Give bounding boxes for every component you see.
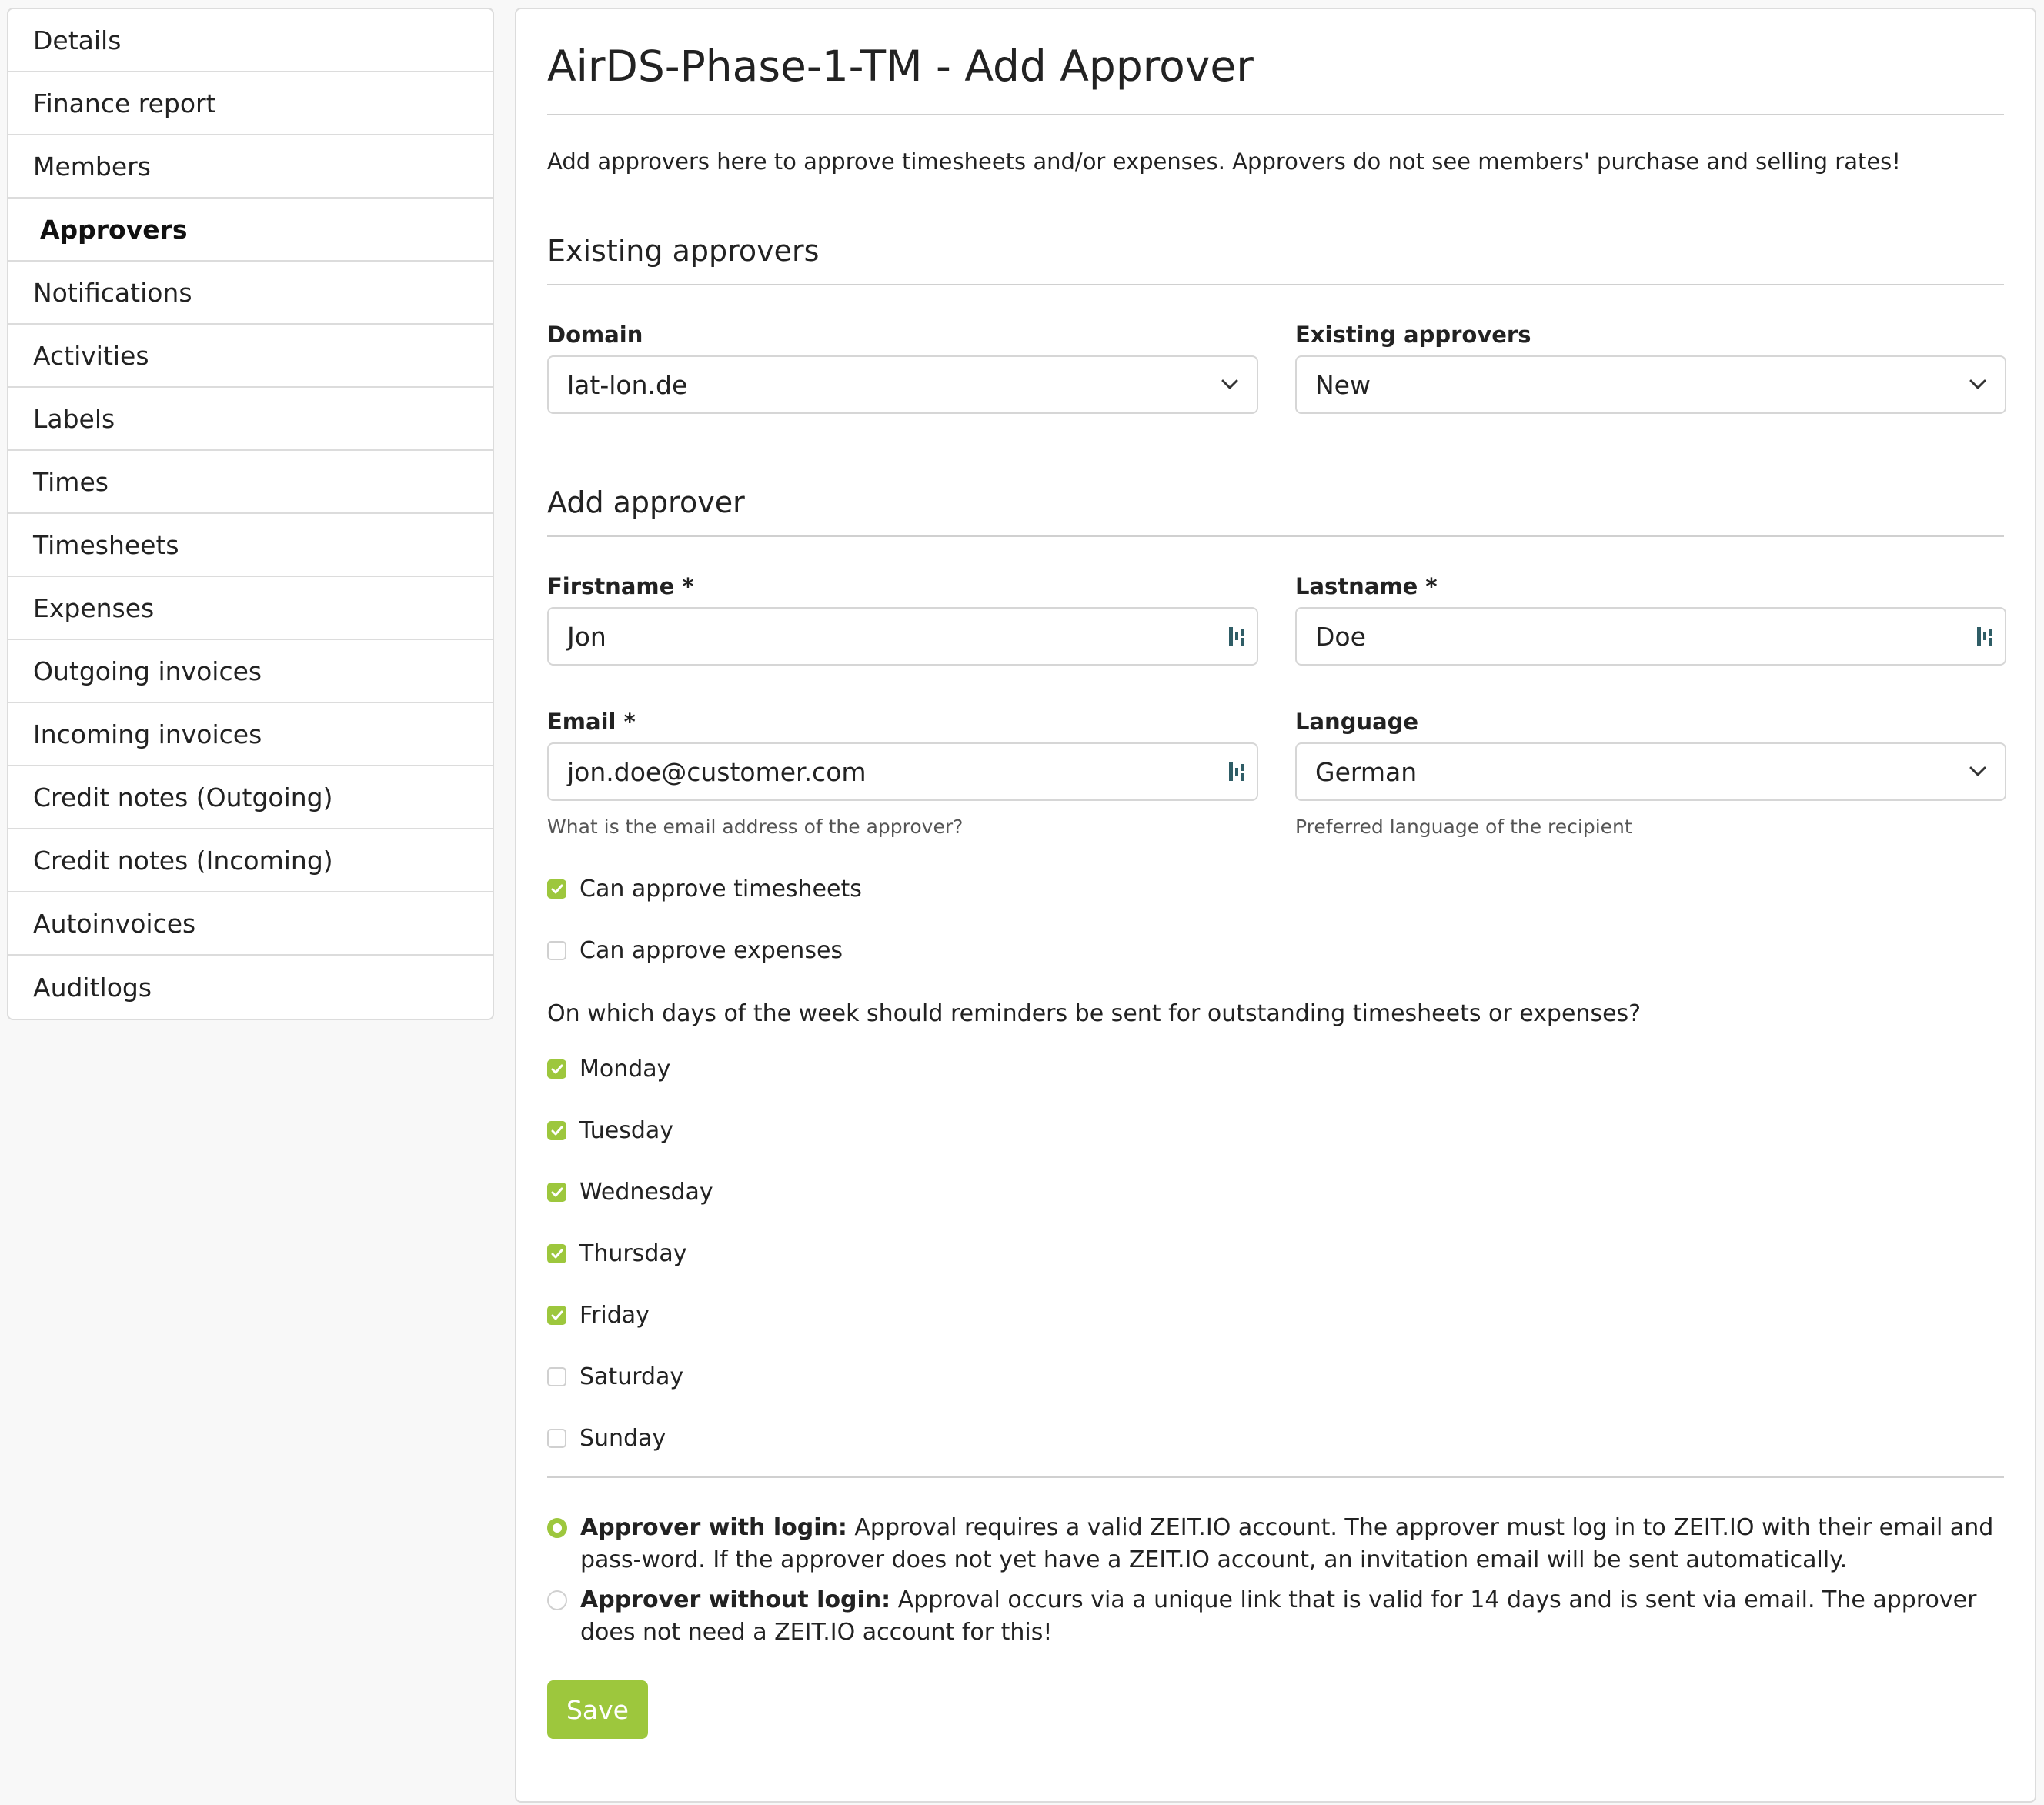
can-approve-expenses-checkbox[interactable]: Can approve expenses	[547, 937, 843, 964]
can-approve-timesheets-checkbox[interactable]: Can approve timesheets	[547, 876, 862, 902]
email-label: Email *	[547, 709, 636, 735]
reminder-question: On which days of the week should reminde…	[547, 1000, 1642, 1027]
radio-unselected-icon[interactable]	[547, 1590, 567, 1610]
page-title: AirDS-Phase-1-TM - Add Approver	[547, 42, 1254, 91]
sidebar-item-approvers[interactable]: Approvers	[8, 199, 493, 262]
checkbox-label: Tuesday	[579, 1117, 674, 1144]
email-field-value: jon.doe@customer.com	[567, 756, 867, 787]
checkbox-checked-icon[interactable]	[547, 1306, 566, 1325]
sidebar-item-labels[interactable]: Labels	[8, 388, 493, 451]
existing-approvers-select-value: New	[1315, 369, 1371, 400]
existing-approvers-select[interactable]: New	[1295, 355, 2006, 414]
password-manager-icon[interactable]	[1217, 626, 1257, 647]
chevron-down-icon	[1203, 379, 1257, 390]
weekday-checkbox-friday[interactable]: Friday	[547, 1302, 650, 1329]
checkbox-checked-icon[interactable]	[547, 879, 566, 899]
sidebar-item-credit-notes-incoming[interactable]: Credit notes (Incoming)	[8, 829, 493, 892]
password-manager-icon[interactable]	[1217, 761, 1257, 782]
checkbox-checked-icon[interactable]	[547, 1059, 566, 1079]
sidebar-item-finance-report[interactable]: Finance report	[8, 72, 493, 135]
sidebar-item-incoming-invoices[interactable]: Incoming invoices	[8, 703, 493, 766]
language-label: Language	[1295, 709, 1419, 735]
chevron-down-icon	[1951, 379, 2005, 390]
email-field[interactable]: jon.doe@customer.com	[547, 742, 1258, 801]
password-manager-icon[interactable]	[1965, 626, 2005, 647]
checkbox-label: Wednesday	[579, 1179, 713, 1206]
checkbox-unchecked-icon[interactable]	[547, 1429, 566, 1448]
checkbox-unchecked-icon[interactable]	[547, 1367, 566, 1386]
checkbox-label: Friday	[579, 1302, 650, 1329]
domain-label: Domain	[547, 322, 643, 348]
chevron-down-icon	[1951, 766, 2005, 777]
checkbox-unchecked-icon[interactable]	[547, 941, 566, 960]
existing-approvers-heading: Existing approvers	[547, 234, 820, 268]
checkbox-checked-icon[interactable]	[547, 1121, 566, 1140]
firstname-input[interactable]: Jon	[547, 607, 1258, 666]
sidebar-item-details[interactable]: Details	[8, 9, 493, 72]
title-divider	[547, 114, 2004, 115]
weekday-checkbox-saturday[interactable]: Saturday	[547, 1363, 683, 1390]
weekday-checkbox-thursday[interactable]: Thursday	[547, 1240, 687, 1267]
language-help-text: Preferred language of the recipient	[1295, 816, 1632, 838]
domain-select[interactable]: lat-lon.de	[547, 355, 1258, 414]
radio-selected-icon[interactable]	[547, 1518, 567, 1538]
weekday-checkbox-monday[interactable]: Monday	[547, 1056, 670, 1083]
approver-with-login-radio[interactable]: Approver with login: Approval requires a…	[547, 1512, 2004, 1576]
sidebar-item-credit-notes-outgoing[interactable]: Credit notes (Outgoing)	[8, 766, 493, 829]
sidebar-item-activities[interactable]: Activities	[8, 325, 493, 388]
add-approver-heading: Add approver	[547, 485, 745, 519]
email-help-text: What is the email address of the approve…	[547, 816, 964, 838]
add-approver-divider	[547, 535, 2004, 537]
language-select[interactable]: German	[1295, 742, 2006, 801]
sidebar-item-auditlogs[interactable]: Auditlogs	[8, 956, 493, 1019]
checkbox-label: Can approve timesheets	[579, 876, 862, 902]
intro-text: Add approvers here to approve timesheets…	[547, 148, 1901, 175]
firstname-label: Firstname *	[547, 573, 694, 599]
radio-label-title: Approver with login:	[580, 1514, 847, 1541]
save-button[interactable]: Save	[547, 1680, 648, 1739]
checkbox-label: Saturday	[579, 1363, 684, 1390]
weekday-checkbox-wednesday[interactable]: Wednesday	[547, 1179, 713, 1206]
existing-divider	[547, 284, 2004, 285]
radio-label-title: Approver without login:	[580, 1586, 891, 1613]
checkbox-checked-icon[interactable]	[547, 1183, 566, 1202]
sidebar-item-autoinvoices[interactable]: Autoinvoices	[8, 892, 493, 956]
checkbox-label: Can approve expenses	[579, 937, 843, 964]
firstname-input-value: Jon	[567, 621, 606, 652]
radio-label: Approver with login: Approval requires a…	[580, 1512, 2004, 1576]
main-panel: AirDS-Phase-1-TM - Add Approver Add appr…	[515, 8, 2036, 1803]
weekday-checkbox-sunday[interactable]: Sunday	[547, 1425, 666, 1452]
sidebar-item-times[interactable]: Times	[8, 451, 493, 514]
lastname-input-value: Doe	[1315, 621, 1366, 652]
checkbox-label: Monday	[579, 1056, 671, 1083]
radio-label: Approver without login: Approval occurs …	[580, 1584, 2004, 1649]
sidebar-item-outgoing-invoices[interactable]: Outgoing invoices	[8, 640, 493, 703]
approver-type-divider	[547, 1476, 2004, 1478]
lastname-label: Lastname *	[1295, 573, 1438, 599]
checkbox-label: Thursday	[579, 1240, 687, 1267]
domain-select-value: lat-lon.de	[567, 369, 688, 400]
sidebar-item-expenses[interactable]: Expenses	[8, 577, 493, 640]
sidebar-item-members[interactable]: Members	[8, 135, 493, 199]
sidebar-item-timesheets[interactable]: Timesheets	[8, 514, 493, 577]
existing-approvers-label: Existing approvers	[1295, 322, 1531, 348]
sidebar-nav: Details Finance report Members Approvers…	[7, 8, 494, 1020]
language-select-value: German	[1315, 756, 1418, 787]
lastname-input[interactable]: Doe	[1295, 607, 2006, 666]
sidebar-item-notifications[interactable]: Notifications	[8, 262, 493, 325]
checkbox-label: Sunday	[579, 1425, 666, 1452]
weekday-checkbox-tuesday[interactable]: Tuesday	[547, 1117, 673, 1144]
checkbox-checked-icon[interactable]	[547, 1244, 566, 1263]
approver-without-login-radio[interactable]: Approver without login: Approval occurs …	[547, 1584, 2004, 1649]
